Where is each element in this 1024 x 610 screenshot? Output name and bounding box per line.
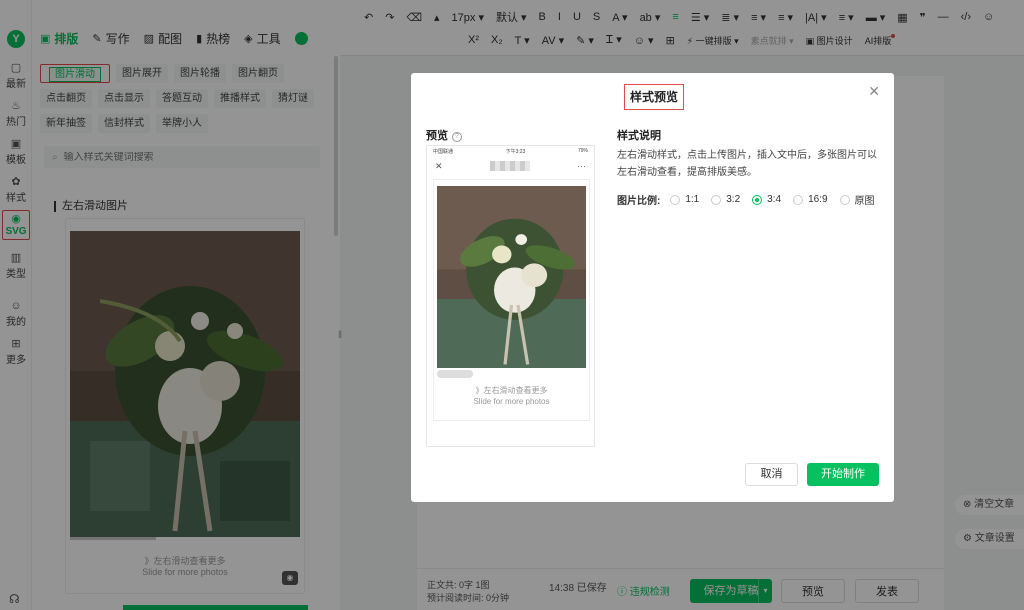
ratio-text: 3:4 bbox=[767, 194, 782, 205]
radio-selected-icon bbox=[752, 194, 763, 205]
radio-icon bbox=[711, 194, 722, 205]
ratio-label: 图片比例: bbox=[617, 196, 661, 207]
carrier: 中国联通 bbox=[433, 149, 454, 155]
ratio-text: 1:1 bbox=[685, 194, 700, 205]
preview-label-text: 预览 bbox=[426, 130, 448, 142]
phone-nav: ✕ ··· bbox=[427, 158, 594, 174]
ratio-text: 原图 bbox=[854, 196, 875, 207]
ratio-text: 3:2 bbox=[726, 194, 741, 205]
battery: 79% bbox=[577, 148, 588, 154]
flower-photo-small bbox=[437, 186, 586, 368]
ratio-option-16-9[interactable]: 16:9 bbox=[793, 194, 828, 205]
ratio-option-original[interactable]: 原图 bbox=[839, 192, 875, 207]
close-icon: ✕ bbox=[435, 160, 443, 171]
more-icon: ··· bbox=[576, 161, 586, 171]
radio-icon bbox=[839, 194, 850, 205]
ratio-selector: 图片比例: 1:1 3:2 3:4 16:9 原图 bbox=[617, 192, 887, 207]
ratio-text: 16:9 bbox=[808, 194, 828, 205]
close-icon[interactable]: ✕ bbox=[868, 83, 880, 100]
description-label: 样式说明 bbox=[617, 130, 661, 142]
description-text: 左右滑动样式，点击上传图片，插入文中后，多张图片可以左右滑动查看，提高排版美感。 bbox=[617, 150, 877, 178]
ratio-option-1-1[interactable]: 1:1 bbox=[670, 194, 699, 205]
phone-slide-hint: 》左右滑动查看更多 bbox=[475, 386, 548, 395]
phone-status-bar: 中国联通 下午3:23 79% bbox=[427, 148, 594, 155]
blurred-title bbox=[489, 161, 530, 171]
radio-icon bbox=[793, 194, 804, 205]
phone-card: 》左右滑动查看更多 Slide for more photos bbox=[433, 179, 590, 421]
preview-label: 预览? bbox=[426, 127, 462, 143]
phone-scroll-indicator bbox=[437, 370, 473, 378]
phone-preview: 中国联通 下午3:23 79% ✕ ··· 》左右滑动查看更多 Slide fo… bbox=[426, 145, 595, 447]
cancel-button[interactable]: 取消 bbox=[745, 463, 798, 486]
style-preview-dialog: 样式预览 ✕ 预览? 中国联通 下午3:23 79% ✕ ··· 》左右滑动查看… bbox=[411, 73, 894, 502]
phone-slide-hint-en: Slide for more photos bbox=[473, 397, 550, 406]
dialog-title: 样式预览 bbox=[624, 84, 684, 110]
ratio-option-3-4[interactable]: 3:4 bbox=[752, 194, 781, 205]
help-icon[interactable]: ? bbox=[452, 132, 462, 142]
phone-time: 下午3:23 bbox=[505, 149, 526, 155]
radio-icon bbox=[670, 194, 681, 205]
ratio-option-3-2[interactable]: 3:2 bbox=[711, 194, 740, 205]
start-making-button[interactable]: 开始制作 bbox=[807, 463, 879, 486]
